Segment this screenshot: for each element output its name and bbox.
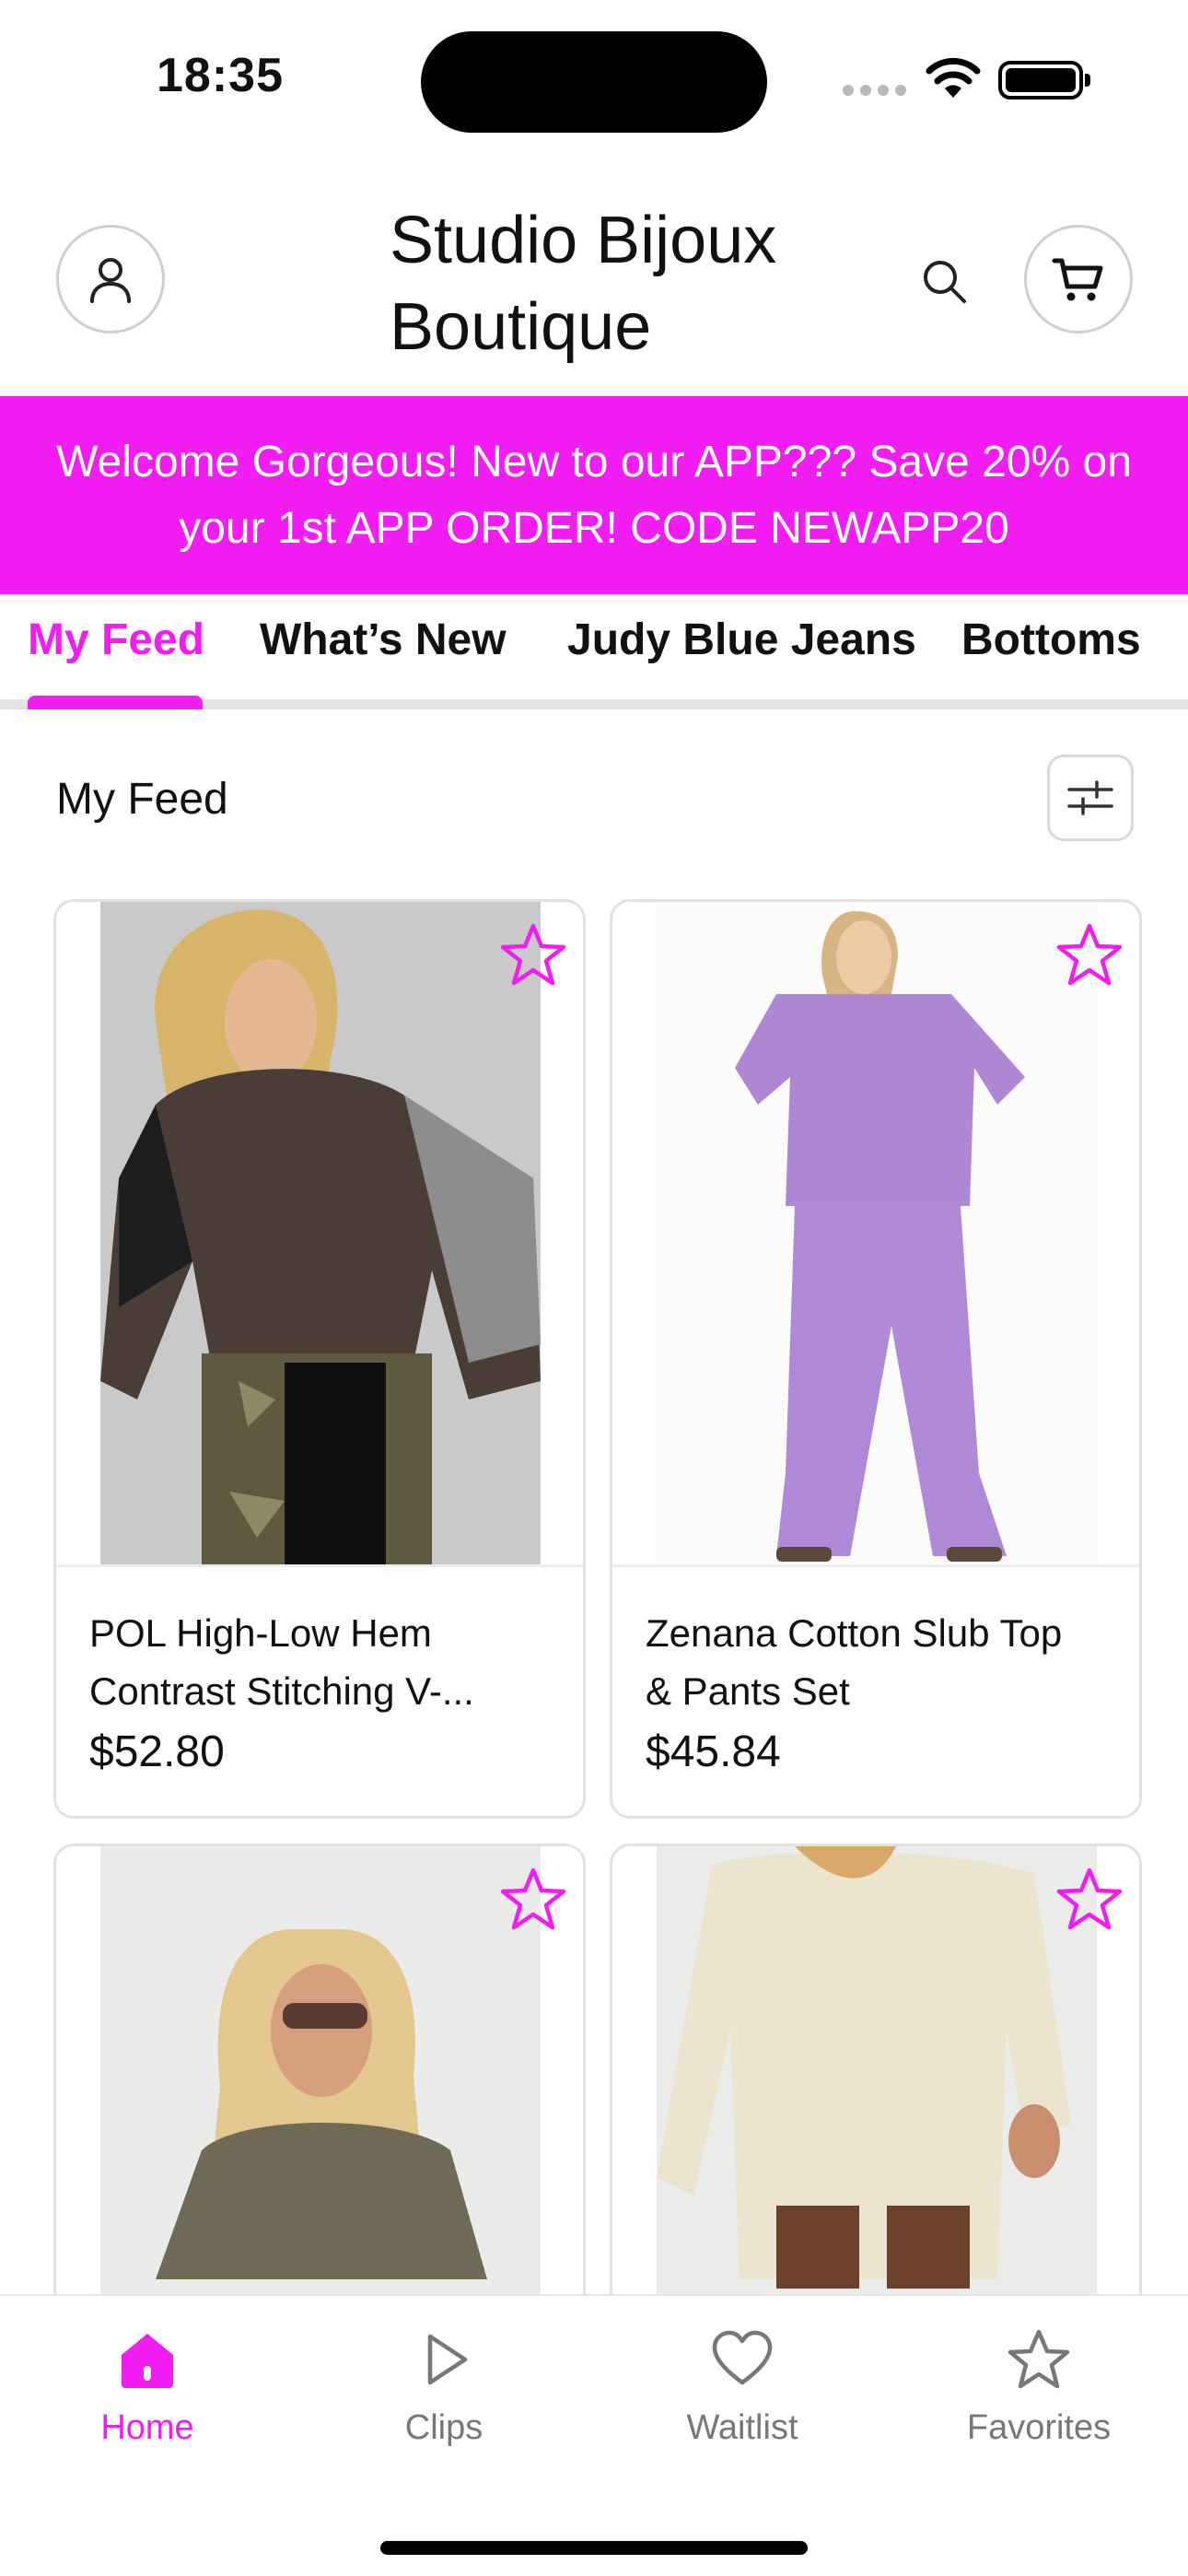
tab-bottoms[interactable]: Bottoms	[961, 615, 1141, 665]
account-button[interactable]	[56, 225, 165, 334]
model-photo	[657, 902, 1097, 1564]
promo-banner[interactable]: Welcome Gorgeous! New to our APP??? Save…	[0, 396, 1188, 594]
product-price: $52.80	[89, 1727, 225, 1776]
store-title: Studio Bijoux Boutique	[390, 204, 777, 364]
feed-heading: My Feed	[56, 775, 228, 824]
product-name[interactable]: Zenana Cotton Slub Top & Pants Set	[646, 1604, 1088, 1720]
product-image[interactable]	[612, 1846, 1139, 2338]
account-icon	[90, 258, 131, 303]
dynamic-island	[421, 31, 767, 133]
search-button[interactable]	[912, 249, 976, 313]
product-image[interactable]	[612, 902, 1139, 1567]
tab-my-feed[interactable]: My Feed	[28, 615, 204, 665]
battery-icon	[998, 61, 1090, 100]
wifi-icon	[926, 57, 981, 98]
play-icon	[427, 2334, 468, 2385]
model-photo	[657, 1846, 1097, 2338]
product-card[interactable]	[53, 1844, 586, 2341]
nav-clips[interactable]: Clips	[352, 2327, 536, 2448]
nav-label: Home	[100, 2408, 194, 2447]
model-photo	[100, 1846, 541, 2338]
signal-icon	[843, 85, 907, 98]
tab-whats-new[interactable]: What’s New	[260, 615, 507, 665]
favorite-star-icon[interactable]	[498, 1865, 568, 1935]
favorite-star-icon[interactable]	[1054, 1865, 1124, 1935]
product-card[interactable]	[610, 1844, 1142, 2341]
nav-label: Favorites	[966, 2408, 1112, 2447]
home-indicator	[380, 2541, 808, 2555]
tab-judy-blue-jeans[interactable]: Judy Blue Jeans	[567, 615, 916, 665]
sliders-icon	[1067, 780, 1113, 815]
promo-text: Welcome Gorgeous! New to our APP??? Save…	[56, 437, 1132, 553]
filter-button[interactable]	[1047, 755, 1134, 841]
nav-home[interactable]: Home	[55, 2327, 239, 2448]
cart-button[interactable]	[1024, 225, 1133, 334]
favorite-star-icon[interactable]	[1054, 920, 1124, 990]
home-icon	[122, 2334, 173, 2388]
nav-label: Waitlist	[686, 2408, 798, 2447]
star-icon	[1007, 2329, 1070, 2389]
category-tabs: My Feed What’s New Judy Blue Jeans Botto…	[0, 594, 1188, 709]
favorite-star-icon[interactable]	[498, 920, 568, 990]
product-image[interactable]	[56, 902, 583, 1567]
app-header: Studio Bijoux Boutique	[0, 157, 1188, 396]
product-card[interactable]: POL High-Low Hem Contrast Stitching V-..…	[53, 899, 586, 1819]
active-tab-indicator	[28, 696, 203, 709]
product-name[interactable]: POL High-Low Hem Contrast Stitching V-..…	[89, 1604, 531, 1720]
search-icon	[924, 261, 966, 303]
status-bar: 18:35	[0, 0, 1188, 157]
product-image[interactable]	[56, 1846, 583, 2338]
status-time: 18:35	[157, 49, 284, 102]
product-price: $45.84	[646, 1727, 781, 1776]
cart-icon	[1052, 258, 1103, 301]
nav-label: Clips	[404, 2408, 483, 2447]
model-photo	[100, 902, 541, 1564]
nav-waitlist[interactable]: Waitlist	[650, 2327, 834, 2448]
bottom-nav: Home Clips Waitlist Favorites	[0, 2294, 1188, 2576]
product-card[interactable]: Zenana Cotton Slub Top & Pants Set $45.8…	[610, 899, 1142, 1819]
nav-favorites[interactable]: Favorites	[947, 2327, 1131, 2448]
heart-icon	[712, 2330, 773, 2385]
